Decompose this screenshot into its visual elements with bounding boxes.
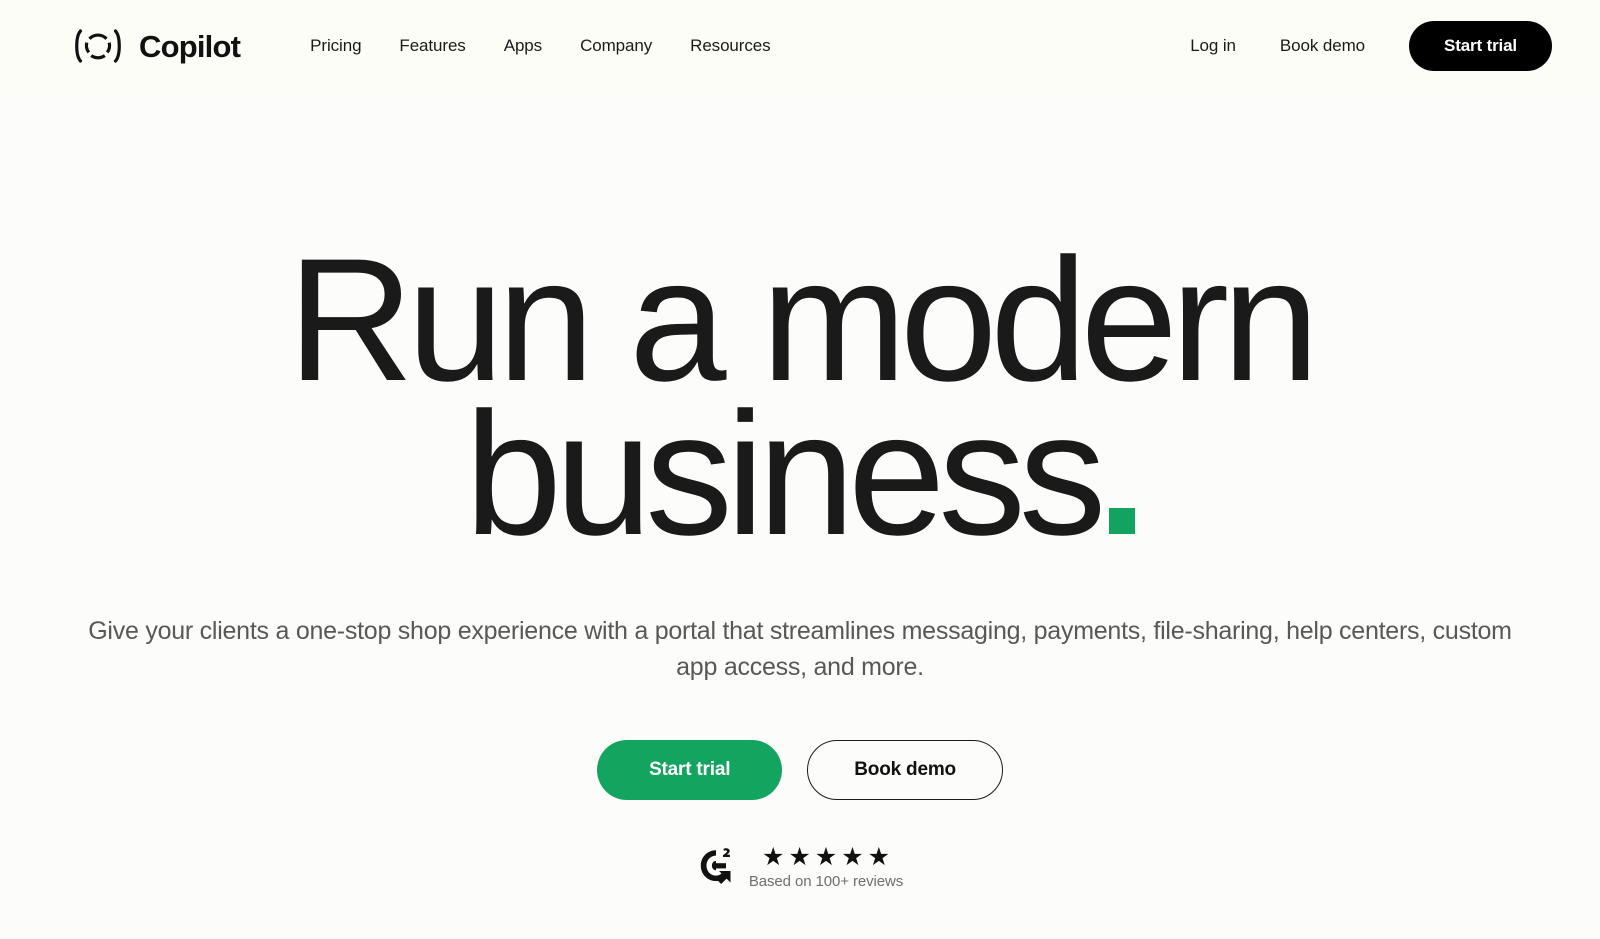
hero-start-trial-button[interactable]: Start trial bbox=[597, 740, 783, 800]
g2-logo-icon bbox=[697, 846, 735, 890]
hero-subtitle: Give your clients a one-stop shop experi… bbox=[88, 617, 1512, 681]
header-actions: Log in Book demo Start trial bbox=[1168, 21, 1552, 71]
star-icon-1: ★ bbox=[761, 843, 785, 871]
book-demo-link[interactable]: Book demo bbox=[1258, 36, 1387, 56]
nav-item-pricing[interactable]: Pricing bbox=[310, 36, 361, 56]
nav-item-features[interactable]: Features bbox=[399, 36, 465, 56]
headline-line-2: business bbox=[464, 377, 1107, 572]
g2-rating-badge: ★ ★ ★ ★ ★ Based on 100+ reviews bbox=[697, 845, 903, 890]
brand-logo-link[interactable]: Copilot bbox=[70, 26, 241, 66]
login-link[interactable]: Log in bbox=[1168, 36, 1258, 56]
landing-page: Copilot Pricing Features Apps Company Re… bbox=[0, 0, 1600, 939]
nav-item-resources[interactable]: Resources bbox=[690, 36, 770, 56]
headline-line-1: Run a modern bbox=[287, 223, 1320, 418]
star-icon-5: ★ bbox=[867, 843, 891, 871]
nav-item-apps[interactable]: Apps bbox=[504, 36, 542, 56]
hero-book-demo-button[interactable]: Book demo bbox=[807, 740, 1003, 800]
hero-section: Run a modern business Give your clients … bbox=[0, 92, 1600, 939]
hero-headline: Run a modern business bbox=[287, 223, 1320, 562]
copilot-dashed-circle-parens-icon bbox=[70, 26, 126, 66]
star-rating: ★ ★ ★ ★ ★ bbox=[762, 845, 890, 870]
star-icon-4: ★ bbox=[841, 843, 864, 871]
rating-text-block: ★ ★ ★ ★ ★ Based on 100+ reviews bbox=[748, 845, 904, 891]
hero-cta-row: Start trial Book demo bbox=[597, 740, 1003, 800]
site-header: Copilot Pricing Features Apps Company Re… bbox=[0, 0, 1600, 92]
primary-nav: Pricing Features Apps Company Resources bbox=[310, 36, 770, 56]
nav-item-company[interactable]: Company bbox=[580, 36, 652, 56]
green-square-period-icon bbox=[1109, 508, 1136, 534]
reviews-count-label: Based on 100+ reviews bbox=[748, 873, 904, 890]
star-icon-2: ★ bbox=[788, 843, 811, 871]
headline-line-2-wrap: business bbox=[288, 387, 1313, 562]
header-start-trial-button[interactable]: Start trial bbox=[1409, 21, 1552, 71]
star-icon-3: ★ bbox=[814, 843, 838, 871]
brand-name: Copilot bbox=[139, 28, 241, 64]
